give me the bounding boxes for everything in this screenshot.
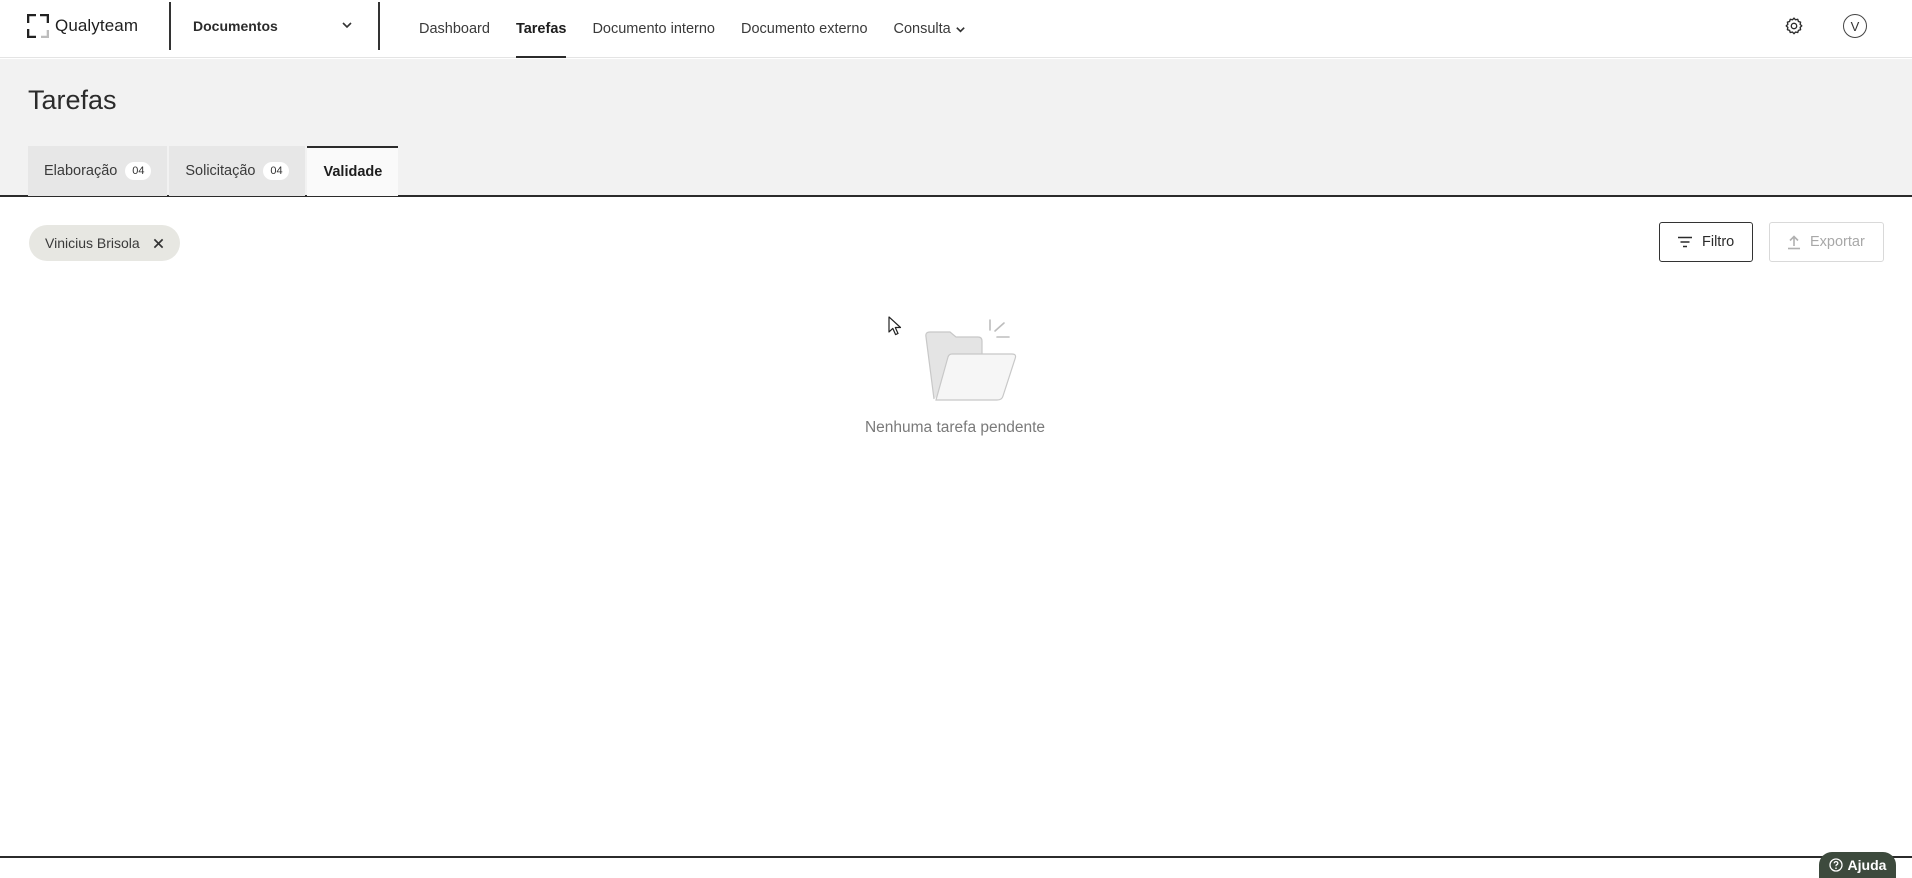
top-bar: Qualyteam Documentos Dashboard Tarefas D…: [0, 0, 1912, 58]
tab-validade[interactable]: Validade: [307, 146, 399, 196]
page-header: Tarefas Elaboração 04 Solicitação 04 Val…: [0, 59, 1912, 197]
footer-divider: [0, 856, 1912, 858]
chevron-down-icon: [341, 18, 353, 34]
nav-item-tarefas[interactable]: Tarefas: [503, 0, 580, 58]
task-tabs: Elaboração 04 Solicitação 04 Validade: [28, 146, 400, 196]
brand[interactable]: Qualyteam: [27, 13, 138, 39]
filter-icon: [1677, 236, 1693, 248]
export-button[interactable]: Exportar: [1769, 222, 1884, 262]
filter-button[interactable]: Filtro: [1659, 222, 1753, 262]
tab-count-badge: 04: [263, 162, 290, 180]
module-selector[interactable]: Documentos: [193, 0, 353, 52]
tab-solicitacao[interactable]: Solicitação 04: [169, 146, 306, 196]
close-icon[interactable]: [150, 234, 168, 252]
nav-item-documento-externo[interactable]: Documento externo: [728, 0, 881, 58]
main-nav: Dashboard Tarefas Documento interno Docu…: [406, 0, 979, 58]
mouse-cursor-icon: [888, 316, 902, 341]
nav-item-dashboard[interactable]: Dashboard: [406, 0, 503, 58]
empty-state: Nenhuma tarefa pendente: [855, 315, 1055, 437]
user-avatar[interactable]: V: [1843, 14, 1867, 38]
divider: [378, 2, 380, 50]
nav-item-documento-interno[interactable]: Documento interno: [579, 0, 728, 58]
brand-name: Qualyteam: [55, 16, 139, 35]
gear-icon[interactable]: [1782, 14, 1806, 38]
help-button[interactable]: Ajuda: [1819, 852, 1896, 878]
module-selector-label: Documentos: [193, 18, 278, 34]
empty-state-text: Nenhuma tarefa pendente: [864, 419, 1046, 436]
page-title: Tarefas: [28, 85, 117, 115]
filter-chip-label: Vinicius Brisola: [45, 235, 140, 251]
nav-item-consulta[interactable]: Consulta: [881, 0, 979, 58]
divider: [169, 2, 171, 50]
tab-count-badge: 04: [125, 162, 152, 180]
tab-elaboracao[interactable]: Elaboração 04: [28, 146, 168, 196]
qualyteam-logo-icon: [27, 14, 49, 38]
question-circle-icon: [1828, 858, 1843, 872]
chevron-down-icon: [955, 24, 966, 35]
empty-folder-icon: [855, 315, 1055, 405]
filter-chip: Vinicius Brisola: [29, 225, 180, 261]
upload-icon: [1787, 234, 1801, 250]
